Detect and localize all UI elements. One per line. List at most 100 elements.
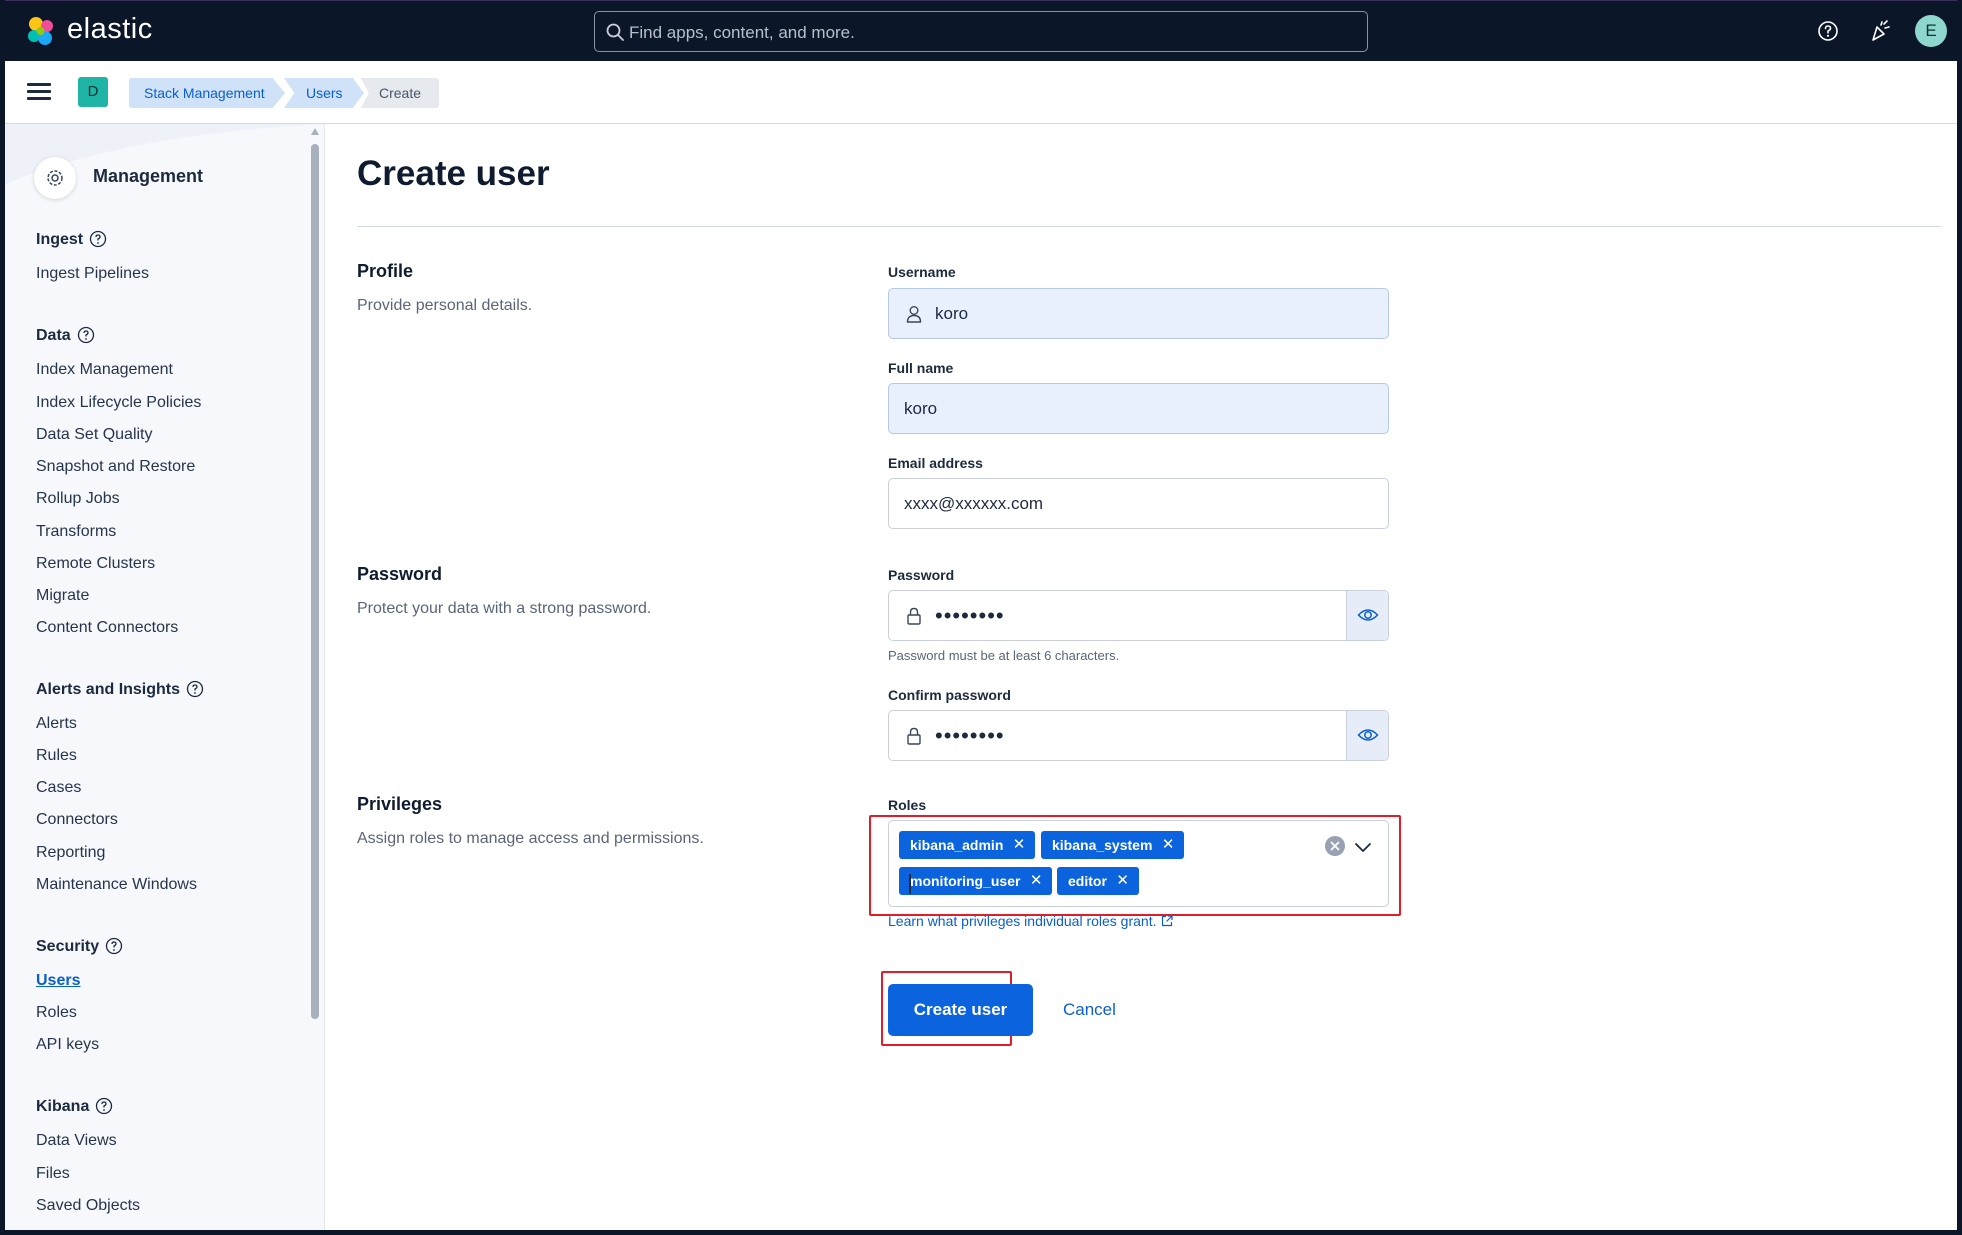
username-value: koro [935,304,969,323]
breadcrumb-stack-management[interactable]: Stack Management [129,78,285,108]
eye-icon [1357,609,1379,621]
sidebar-item-data-views[interactable]: Data Views [36,1132,117,1150]
cancel-button[interactable]: Cancel [1063,1000,1116,1020]
management-sidebar: Management Ingest Ingest Pipelines Data … [5,124,325,1230]
sidebar-scrollbar[interactable] [311,144,319,1019]
sidebar-item-remote-clusters[interactable]: Remote Clusters [36,555,155,573]
password-label: Password [888,567,955,583]
lock-icon [907,607,921,625]
sidebar-item-reporting[interactable]: Reporting [36,844,105,862]
privileges-section-description: Assign roles to manage access and permis… [357,830,704,847]
elastic-logo-icon[interactable] [25,15,57,47]
sidebar-item-saved-objects[interactable]: Saved Objects [36,1197,140,1215]
external-link-icon [1162,915,1174,927]
username-field[interactable]: koro [888,288,1389,339]
sidebar-item-rules[interactable]: Rules [36,747,77,765]
sidebar-group-data: Data [36,326,95,345]
global-search-input[interactable]: Find apps, content, and more. [594,11,1368,52]
breadcrumb-users[interactable]: Users [284,78,364,108]
sidebar-group-alerts-insights: Alerts and Insights [36,680,204,699]
privileges-section-title: Privileges [357,794,443,814]
password-section-title: Password [357,564,443,584]
sidebar-item-alerts[interactable]: Alerts [36,715,77,733]
sidebar-item-roles[interactable]: Roles [36,1004,77,1022]
sidebar-item-rollup-jobs[interactable]: Rollup Jobs [36,490,120,508]
password-mask: •••••••• [935,603,1005,628]
sidebar-group-kibana: Kibana [36,1097,113,1116]
whats-new-icon[interactable] [1868,19,1892,43]
confirm-password-mask: •••••••• [935,723,1005,748]
fullname-label: Full name [888,360,954,376]
breadcrumb-bar: D Stack Management Users Create [5,61,1957,124]
show-password-button[interactable] [1346,591,1388,640]
sidebar-item-maintenance-windows[interactable]: Maintenance Windows [36,876,197,894]
learn-roles-link[interactable]: Learn what privileges individual roles g… [888,913,1174,929]
show-confirm-password-button[interactable] [1346,711,1388,760]
remove-role-icon[interactable]: ✕ [1162,831,1175,859]
roles-label: Roles [888,797,927,813]
sidebar-item-api-keys[interactable]: API keys [36,1036,99,1054]
remove-role-icon[interactable]: ✕ [1013,831,1026,859]
sidebar-item-cases[interactable]: Cases [36,779,81,797]
confirm-password-label: Confirm password [888,687,1011,703]
sidebar-item-files[interactable]: Files [36,1165,70,1183]
sidebar-item-snapshot-restore[interactable]: Snapshot and Restore [36,458,195,476]
main-content: Create user Profile Provide personal det… [327,124,1957,1230]
fullname-value: koro [904,399,938,418]
email-value: xxxx@xxxxxx.com [904,494,1044,513]
text-caret [909,874,911,894]
password-help-text: Password must be at least 6 characters. [888,648,1120,663]
chevron-down-icon[interactable] [1351,835,1375,859]
search-icon [606,23,624,41]
user-icon [906,306,922,323]
search-placeholder: Find apps, content, and more. [629,23,855,42]
user-avatar[interactable]: E [1915,15,1947,47]
roles-combobox[interactable]: kibana_admin ✕ kibana_system ✕ monitoring_… [888,820,1389,907]
brand-name[interactable]: elastic [67,13,153,46]
management-gear-icon [34,157,76,199]
lock-icon [907,727,921,745]
create-user-button[interactable]: Create user [888,984,1033,1036]
title-divider [357,226,1941,227]
role-pill-kibana-system[interactable]: kibana_system ✕ [1041,831,1185,859]
remove-role-icon[interactable]: ✕ [1116,867,1129,895]
question-icon[interactable] [186,680,204,698]
eye-icon [1357,729,1379,741]
sidebar-item-index-management[interactable]: Index Management [36,361,173,379]
page-title: Create user [357,154,550,193]
role-pill-monitoring-user[interactable]: monitoring_user ✕ [899,867,1053,895]
menu-toggle-icon[interactable] [27,83,51,101]
profile-section-description: Provide personal details. [357,297,533,314]
sidebar-item-users[interactable]: Users [36,972,80,990]
sidebar-item-migrate[interactable]: Migrate [36,587,89,605]
scroll-up-arrow-icon[interactable] [311,128,319,135]
sidebar-item-data-set-quality[interactable]: Data Set Quality [36,426,153,444]
breadcrumb-create: Create [361,78,439,108]
help-icon[interactable] [1816,19,1840,43]
email-field[interactable]: xxxx@xxxxxx.com [888,478,1389,529]
browser-frame: elastic Find apps, content, and more. E … [0,0,1962,1235]
sidebar-item-transforms[interactable]: Transforms [36,523,116,541]
username-label: Username [888,264,956,280]
sidebar-group-security: Security [36,937,123,956]
sidebar-item-connectors[interactable]: Connectors [36,811,118,829]
remove-role-icon[interactable]: ✕ [1030,867,1043,895]
question-icon[interactable] [105,937,123,955]
question-icon[interactable] [95,1097,113,1115]
email-label: Email address [888,455,983,471]
sidebar-item-ingest-pipelines[interactable]: Ingest Pipelines [36,265,149,283]
role-pill-kibana-admin[interactable]: kibana_admin ✕ [899,831,1036,859]
password-section-description: Protect your data with a strong password… [357,600,652,617]
confirm-password-field[interactable]: •••••••• [888,710,1389,761]
clear-roles-icon[interactable] [1325,836,1345,856]
sidebar-item-index-lifecycle-policies[interactable]: Index Lifecycle Policies [36,394,201,412]
password-field[interactable]: •••••••• [888,590,1389,641]
fullname-field[interactable]: koro [888,383,1389,434]
role-pill-editor[interactable]: editor ✕ [1057,867,1139,895]
question-icon[interactable] [89,230,107,248]
sidebar-item-content-connectors[interactable]: Content Connectors [36,619,178,637]
top-header: elastic Find apps, content, and more. E [5,0,1957,61]
question-icon[interactable] [77,326,95,344]
space-avatar[interactable]: D [78,77,108,107]
profile-section-title: Profile [357,261,414,281]
